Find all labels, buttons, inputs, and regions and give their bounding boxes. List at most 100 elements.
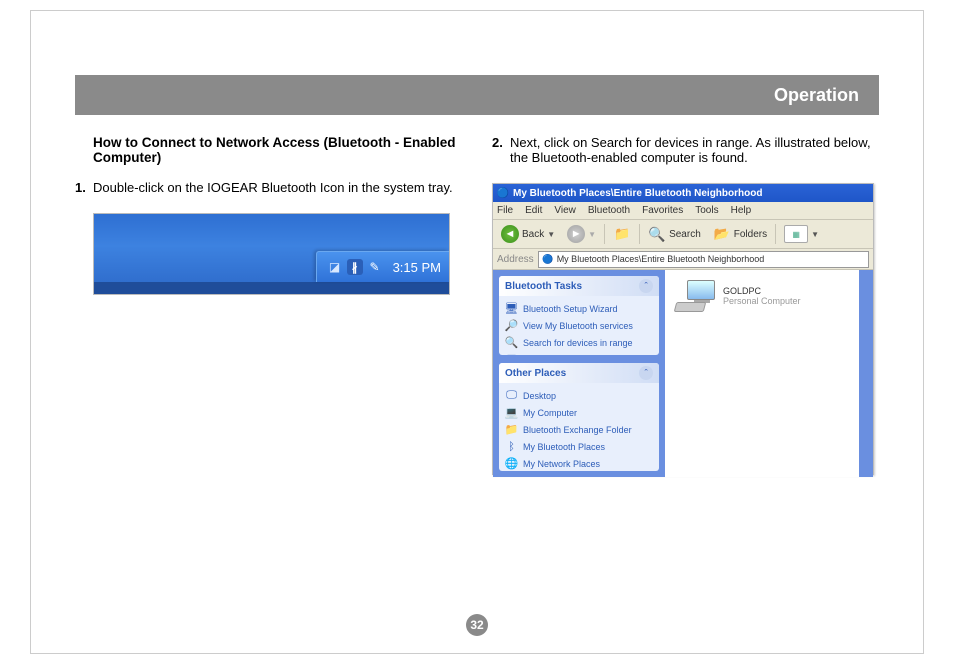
explorer-screenshot: 🔵 My Bluetooth Places\Entire Bluetooth N… (492, 183, 874, 475)
wizard-icon: 🖥 (505, 302, 518, 315)
sidebar-link-my-computer[interactable]: 💻 My Computer (505, 404, 653, 421)
bluetooth-places-icon: 🔵 (542, 253, 554, 265)
up-button[interactable]: 📁 (609, 223, 635, 245)
link-label: Search for devices in range (523, 338, 633, 348)
device-text: GOLDPC Personal Computer (723, 286, 801, 306)
step-2: 2. Next, click on Search for devices in … (492, 135, 879, 165)
menu-tools[interactable]: Tools (695, 205, 718, 216)
explorer-body: Bluetooth Tasks ˆ 🖥 Bluetooth Setup Wizar… (493, 270, 873, 477)
search-button[interactable]: 🔍 Search (644, 223, 705, 245)
chevron-down-icon: ▼ (811, 230, 819, 239)
menu-bar: File Edit View Bluetooth Favorites Tools… (493, 202, 873, 220)
sidebar-link-network-places[interactable]: 🌐 My Network Places (505, 455, 653, 471)
link-label: My Bluetooth Places (523, 442, 605, 452)
folders-label: Folders (734, 229, 767, 240)
bluetooth-places-icon: 🔵 (497, 187, 509, 199)
folder-icon: 📁 (505, 423, 518, 436)
desktop-icon: 🖵 (505, 389, 518, 402)
step-text: Double-click on the IOGEAR Bluetooth Ico… (93, 180, 462, 195)
bluetooth-tasks-panel: Bluetooth Tasks ˆ 🖥 Bluetooth Setup Wizar… (499, 276, 659, 355)
menu-help[interactable]: Help (731, 205, 752, 216)
collapse-icon: ˆ (639, 366, 653, 380)
folder-up-icon: 📁 (613, 225, 631, 243)
separator (775, 224, 776, 244)
window-titlebar: 🔵 My Bluetooth Places\Entire Bluetooth N… (493, 184, 873, 202)
toolbar: ◄ Back ▼ ► ▼ 📁 🔍 Search 📂 (493, 220, 873, 249)
panel-title: Bluetooth Tasks (505, 281, 582, 292)
link-label: Desktop (523, 391, 556, 401)
right-column: 2. Next, click on Search for devices in … (492, 135, 879, 604)
header-title: Operation (774, 85, 859, 106)
back-label: Back (522, 229, 544, 240)
address-label: Address (497, 254, 534, 265)
device-icon: ✎ (367, 259, 383, 275)
content-area: How to Connect to Network Access (Blueto… (75, 135, 879, 604)
chevron-down-icon: ▼ (547, 230, 555, 239)
device-item[interactable]: GOLDPC Personal Computer (675, 280, 849, 312)
step-number: 2. (492, 135, 510, 165)
link-label: My Network Places (523, 459, 600, 469)
computer-icon: 💻 (505, 406, 518, 419)
services-icon: 🔎 (505, 319, 518, 332)
link-label: Bluetooth Setup Wizard (523, 304, 618, 314)
folders-button[interactable]: 📂 Folders (709, 223, 771, 245)
sidebar-link-desktop[interactable]: 🖵 Desktop (505, 387, 653, 404)
back-button[interactable]: ◄ Back ▼ (497, 223, 559, 245)
step-number: 1. (75, 180, 93, 195)
step-text: Next, click on Search for devices in ran… (510, 135, 879, 165)
link-label: Bluetooth Exchange Folder (523, 425, 632, 435)
separator (639, 224, 640, 244)
link-label: My Computer (523, 408, 577, 418)
page-number: 32 (466, 614, 488, 636)
back-arrow-icon: ◄ (501, 225, 519, 243)
network-icon: 🌐 (505, 457, 518, 470)
taskbar-shadow (94, 282, 449, 294)
menu-edit[interactable]: Edit (525, 205, 542, 216)
panel-header[interactable]: Bluetooth Tasks ˆ (499, 276, 659, 296)
device-name: GOLDPC (723, 286, 801, 296)
menu-bluetooth[interactable]: Bluetooth (588, 205, 630, 216)
address-field[interactable]: 🔵 My Bluetooth Places\Entire Bluetooth N… (538, 251, 869, 268)
address-bar: Address 🔵 My Bluetooth Places\Entire Blu… (493, 249, 873, 270)
collapse-icon: ˆ (639, 279, 653, 293)
sidebar-link-search-devices[interactable]: 🔍 Search for devices in range (505, 334, 653, 351)
views-button[interactable]: ▦ ▼ (780, 223, 823, 245)
panel-body: 🖥 Bluetooth Setup Wizard 🔎 View My Bluetoo… (499, 296, 659, 355)
sidebar: Bluetooth Tasks ˆ 🖥 Bluetooth Setup Wizar… (493, 270, 665, 477)
header-bar: Operation (75, 75, 879, 115)
step-1: 1. Double-click on the IOGEAR Bluetooth … (75, 180, 462, 195)
sidebar-link-view-services[interactable]: 🔎 View My Bluetooth services (505, 317, 653, 334)
search-icon: 🔍 (648, 225, 666, 243)
separator (604, 224, 605, 244)
panel-header[interactable]: Other Places ˆ (499, 363, 659, 383)
left-column: How to Connect to Network Access (Blueto… (75, 135, 462, 604)
window-title: My Bluetooth Places\Entire Bluetooth Nei… (513, 188, 762, 199)
taskbar: ◪ ∦ ✎ 3:15 PM (316, 251, 449, 282)
other-places-panel: Other Places ˆ 🖵 Desktop 💻 My Computer 📁 Bl… (499, 363, 659, 471)
sidebar-link-configuration[interactable]: ☰View or modify configuration (505, 351, 653, 355)
search-devices-icon: 🔍 (505, 336, 518, 349)
computer-icon (675, 280, 715, 312)
sidebar-link-exchange-folder[interactable]: 📁 Bluetooth Exchange Folder (505, 421, 653, 438)
link-label: View My Bluetooth services (523, 321, 633, 331)
forward-arrow-icon: ► (567, 225, 585, 243)
menu-view[interactable]: View (554, 205, 576, 216)
search-label: Search (669, 229, 701, 240)
panel-body: 🖵 Desktop 💻 My Computer 📁 Bluetooth Exchang… (499, 383, 659, 471)
content-pane: GOLDPC Personal Computer (665, 270, 873, 477)
forward-button[interactable]: ► ▼ (563, 223, 600, 245)
menu-file[interactable]: File (497, 205, 513, 216)
folders-icon: 📂 (713, 225, 731, 243)
chevron-down-icon: ▼ (588, 230, 596, 239)
network-icon: ◪ (327, 259, 343, 275)
menu-favorites[interactable]: Favorites (642, 205, 683, 216)
clock: 3:15 PM (393, 260, 441, 275)
device-type: Personal Computer (723, 296, 801, 306)
sidebar-link-setup-wizard[interactable]: 🖥 Bluetooth Setup Wizard (505, 300, 653, 317)
sidebar-link-bluetooth-places[interactable]: ᛒ My Bluetooth Places (505, 438, 653, 455)
address-value: My Bluetooth Places\Entire Bluetooth Nei… (557, 254, 765, 264)
bluetooth-icon: ᛒ (505, 440, 518, 453)
link-label: View or modify configuration (523, 355, 636, 356)
section-heading: How to Connect to Network Access (Blueto… (75, 135, 462, 165)
views-icon: ▦ (784, 225, 808, 243)
